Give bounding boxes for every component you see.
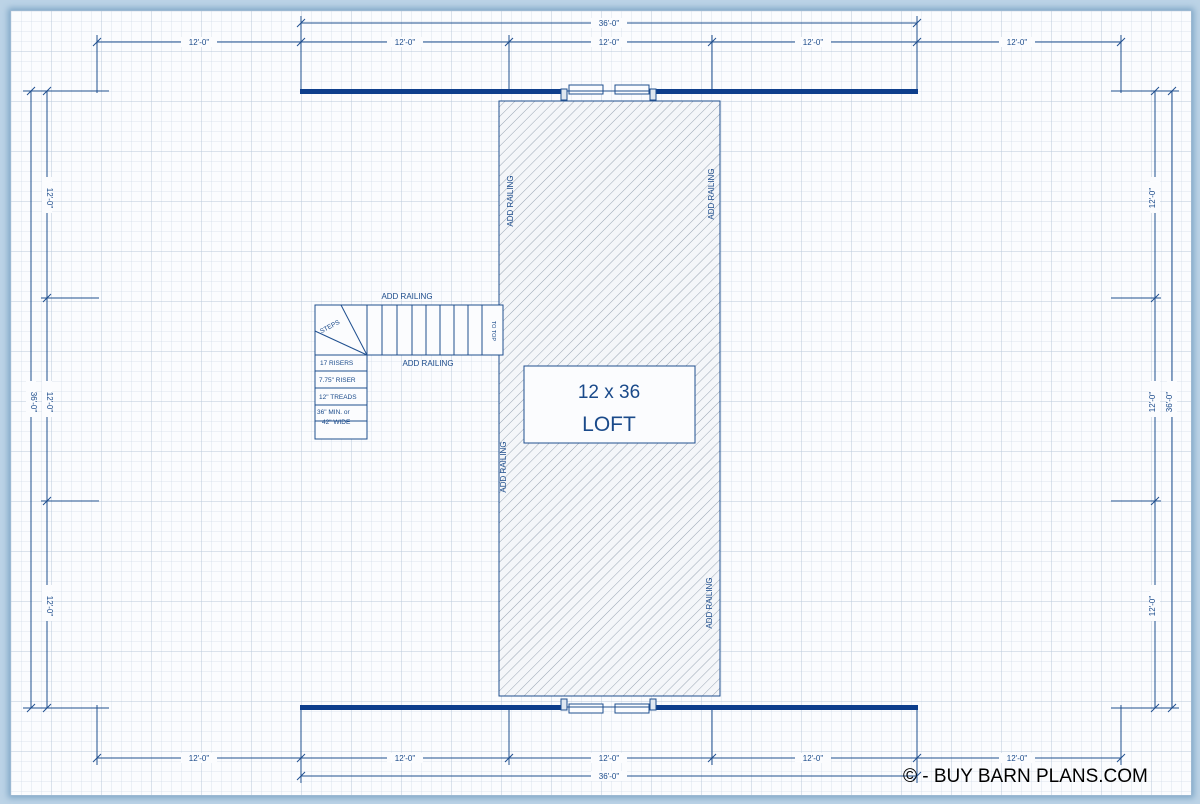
loft-name-label: LOFT — [582, 413, 636, 436]
wall-top-right — [656, 89, 918, 94]
railing-label-left-upper: ADD RAILING — [506, 175, 515, 226]
stair-width-label-1: 36" MIN. or — [317, 409, 350, 416]
dim-bottom-bay-1: 12'-0" — [189, 754, 210, 763]
loft-floor-plan: 36'-0" 12'-0" 12'-0" 12'-0" 12'-0" 12'-0… — [11, 11, 1191, 795]
drawing-sheet: 36'-0" 12'-0" 12'-0" 12'-0" 12'-0" 12'-0… — [10, 10, 1192, 796]
loft-area: 12 x 36 LOFT — [498, 100, 721, 697]
railing-label-right-upper: ADD RAILING — [707, 168, 716, 219]
railing-label-left-lower: ADD RAILING — [499, 441, 508, 492]
railing-label-stair-bottom: ADD RAILING — [402, 359, 453, 368]
dim-top-overall: 36'-0" — [599, 19, 620, 28]
wall-bottom-left — [300, 705, 561, 710]
dim-top-bay-2: 12'-0" — [395, 38, 416, 47]
railing-label-right-lower: ADD RAILING — [705, 577, 714, 628]
dim-bottom-bay-4: 12'-0" — [803, 754, 824, 763]
dim-top-bay-3: 12'-0" — [599, 38, 620, 47]
dim-bottom-overall: 36'-0" — [599, 772, 620, 781]
stair-treads-label: 12" TREADS — [319, 394, 357, 401]
stair-width-label-2: 42" WIDE — [322, 419, 351, 426]
dim-top-bay-1: 12'-0" — [189, 38, 210, 47]
dim-left-bay-2: 12'-0" — [45, 392, 54, 413]
stair-riser-height-label: 7.75" RISER — [319, 377, 356, 384]
loft-size-label: 12 x 36 — [578, 382, 640, 403]
dim-bottom-bay-2: 12'-0" — [395, 754, 416, 763]
wall-bottom-right — [656, 705, 918, 710]
dim-bottom-bay-3: 12'-0" — [599, 754, 620, 763]
dim-top-bay-4: 12'-0" — [803, 38, 824, 47]
railing-label-stair-top: ADD RAILING — [381, 292, 432, 301]
dim-right-bay-2: 12'-0" — [1148, 392, 1157, 413]
stair-risers-label: 17 RISERS — [320, 360, 354, 367]
dim-left-bay-3: 12'-0" — [45, 596, 54, 617]
dim-right-bay-1: 12'-0" — [1148, 188, 1157, 209]
dim-right-bay-3: 12'-0" — [1148, 596, 1157, 617]
dim-left-bay-1: 12'-0" — [45, 188, 54, 209]
dim-left-overall: 36'-0" — [29, 392, 38, 413]
wall-top-left — [300, 89, 561, 94]
copyright-notice: © - BUY BARN PLANS.COM — [903, 766, 1148, 787]
stair-top-label: TO TOP — [490, 321, 496, 342]
dim-top-bay-5: 12'-0" — [1007, 38, 1028, 47]
dim-right-overall: 36'-0" — [1165, 392, 1174, 413]
dim-bottom-bay-5: 12'-0" — [1007, 754, 1028, 763]
